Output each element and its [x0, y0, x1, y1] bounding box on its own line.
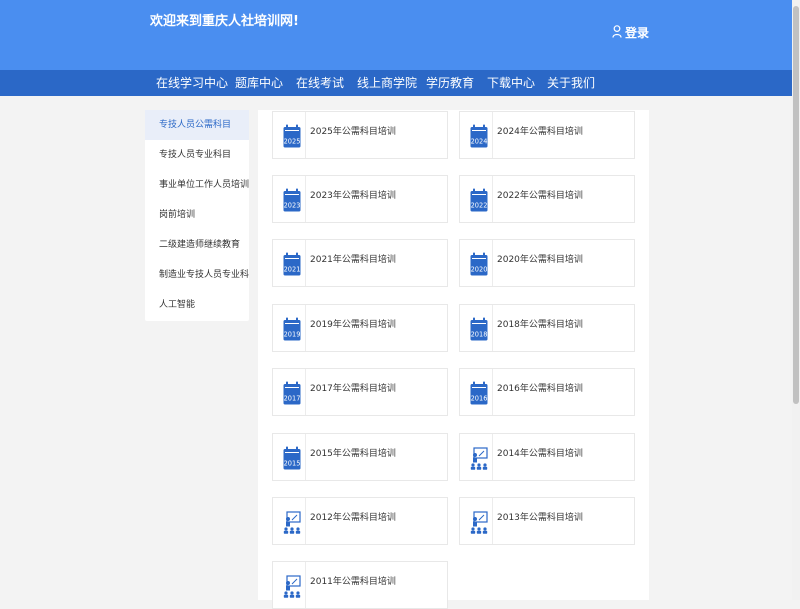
course-card[interactable]: 2018 2018年公需科目培训 [459, 303, 635, 352]
card-divider [305, 369, 306, 416]
card-divider [492, 175, 493, 222]
calendar-icon: 2025 [283, 124, 301, 148]
scrollbar-thumb[interactable] [793, 6, 799, 404]
card-divider [305, 240, 306, 287]
svg-text:2024: 2024 [471, 137, 488, 145]
course-title: 2021年公需科目培训 [310, 255, 396, 266]
course-title: 2025年公需科目培训 [310, 126, 396, 137]
course-title: 2023年公需科目培训 [310, 190, 396, 201]
course-card[interactable]: 2011年公需科目培训 [272, 561, 448, 609]
course-card[interactable]: 2017 2017年公需科目培训 [272, 368, 448, 417]
nav-item-question-bank[interactable]: 题库中心 [235, 70, 283, 96]
svg-text:2016: 2016 [471, 395, 488, 403]
calendar-icon: 2015 [283, 446, 301, 470]
course-grid: 2025 2025年公需科目培训 2024 2024年公需科目培训 2023 2023年公… [258, 110, 649, 609]
calendar-icon: 2021 [283, 252, 301, 276]
course-title: 2017年公需科目培训 [310, 384, 396, 395]
calendar-icon: 2017 [283, 381, 301, 405]
course-card[interactable]: 2020 2020年公需科目培训 [459, 239, 635, 288]
sidebar-item-public-institution-training[interactable]: 事业单位工作人员培训 [145, 170, 249, 200]
svg-text:2022: 2022 [471, 201, 488, 209]
sidebar-item-constructor-education[interactable]: 二级建造师继续教育 [145, 230, 249, 260]
course-title: 2012年公需科目培训 [310, 512, 396, 523]
nav-item-online-learning[interactable]: 在线学习中心 [156, 70, 228, 96]
category-sidebar: 专技人员公需科目 专技人员专业科目 事业单位工作人员培训 岗前培训 二级建造师继… [145, 110, 249, 321]
course-title: 2022年公需科目培训 [497, 190, 583, 201]
svg-text:2019: 2019 [284, 330, 301, 338]
calendar-icon: 2016 [470, 381, 488, 405]
classroom-icon [470, 510, 488, 534]
course-title: 2014年公需科目培训 [497, 448, 583, 459]
course-card[interactable]: 2013年公需科目培训 [459, 496, 635, 545]
course-title: 2015年公需科目培训 [310, 448, 396, 459]
course-card[interactable]: 2016 2016年公需科目培训 [459, 368, 635, 417]
card-divider [492, 240, 493, 287]
course-title: 2013年公需科目培训 [497, 512, 583, 523]
sidebar-item-public-courses[interactable]: 专技人员公需科目 [145, 110, 249, 140]
card-divider [492, 433, 493, 480]
card-divider [305, 562, 306, 609]
course-card[interactable]: 2015 2015年公需科目培训 [272, 432, 448, 481]
course-card[interactable]: 2022 2022年公需科目培训 [459, 174, 635, 223]
calendar-icon: 2022 [470, 188, 488, 212]
card-divider [492, 111, 493, 158]
course-title: 2019年公需科目培训 [310, 319, 396, 330]
user-icon [612, 24, 622, 41]
nav-item-about-us[interactable]: 关于我们 [547, 70, 595, 96]
course-title: 2018年公需科目培训 [497, 319, 583, 330]
site-title: 欢迎来到重庆人社培训网! [150, 14, 299, 29]
calendar-icon: 2023 [283, 188, 301, 212]
course-title: 2011年公需科目培训 [310, 577, 396, 588]
card-divider [305, 304, 306, 351]
card-divider [492, 369, 493, 416]
course-card[interactable]: 2014年公需科目培训 [459, 432, 635, 481]
svg-text:2017: 2017 [284, 395, 301, 403]
course-card[interactable]: 2025 2025年公需科目培训 [272, 110, 448, 159]
calendar-icon: 2018 [470, 317, 488, 341]
classroom-icon [283, 510, 301, 534]
course-title: 2016年公需科目培训 [497, 384, 583, 395]
svg-text:2020: 2020 [471, 266, 488, 274]
sidebar-item-professional-courses[interactable]: 专技人员专业科目 [145, 140, 249, 170]
course-card[interactable]: 2019 2019年公需科目培训 [272, 303, 448, 352]
course-card[interactable]: 2021 2021年公需科目培训 [272, 239, 448, 288]
svg-text:2021: 2021 [284, 266, 301, 274]
course-card[interactable]: 2024 2024年公需科目培训 [459, 110, 635, 159]
card-divider [305, 433, 306, 480]
calendar-icon: 2019 [283, 317, 301, 341]
card-divider [305, 497, 306, 544]
course-card[interactable]: 2012年公需科目培训 [272, 496, 448, 545]
nav-item-business-school[interactable]: 线上商学院 [357, 70, 417, 96]
header-banner: 欢迎来到重庆人社培训网! 登录 [0, 0, 800, 70]
sidebar-item-ai[interactable]: 人工智能 [145, 290, 249, 320]
login-button[interactable]: 登录 [612, 24, 649, 41]
card-divider [492, 304, 493, 351]
card-divider [305, 175, 306, 222]
login-label: 登录 [625, 26, 650, 40]
nav-item-degree-education[interactable]: 学历教育 [426, 70, 474, 96]
card-divider [305, 111, 306, 158]
svg-text:2015: 2015 [284, 459, 301, 467]
card-divider [492, 497, 493, 544]
svg-text:2018: 2018 [471, 330, 488, 338]
classroom-icon [283, 574, 301, 599]
calendar-icon: 2020 [470, 252, 488, 276]
nav-item-download-center[interactable]: 下载中心 [487, 70, 535, 96]
svg-text:2025: 2025 [284, 137, 301, 145]
course-title: 2024年公需科目培训 [497, 126, 583, 137]
sidebar-item-manufacturing-courses[interactable]: 制造业专技人员专业科目 [145, 260, 249, 290]
classroom-icon [470, 446, 488, 470]
course-card[interactable]: 2023 2023年公需科目培训 [272, 174, 448, 223]
nav-item-online-exam[interactable]: 在线考试 [296, 70, 344, 96]
calendar-icon: 2024 [470, 124, 488, 148]
sidebar-item-pre-job-training[interactable]: 岗前培训 [145, 200, 249, 230]
main-nav: 在线学习中心 题库中心 在线考试 线上商学院 学历教育 下载中心 关于我们 [0, 70, 800, 96]
course-title: 2020年公需科目培训 [497, 255, 583, 266]
page-scrollbar[interactable] [792, 0, 800, 600]
svg-text:2023: 2023 [284, 201, 301, 209]
